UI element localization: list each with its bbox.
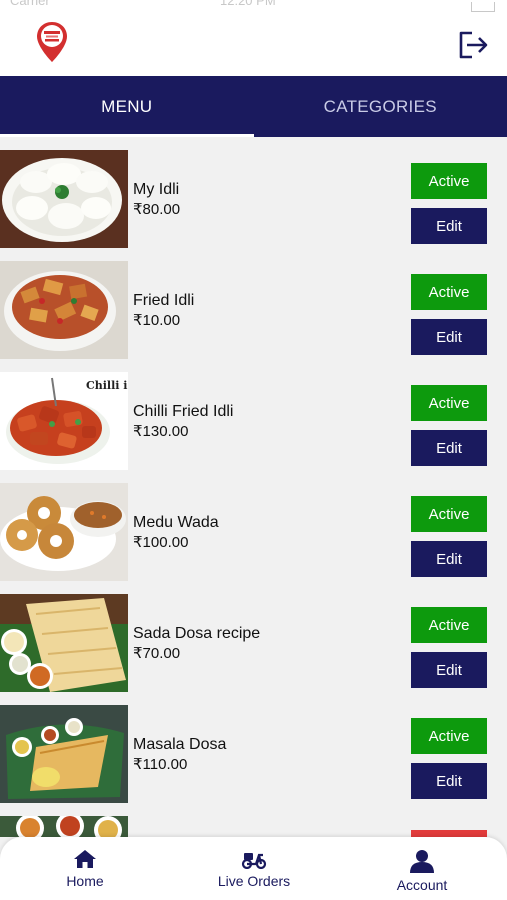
list-item: Sada Dosa recipe ₹70.00 Active Edit [0,581,507,692]
food-image [0,150,128,248]
list-item: Fried Idli ₹10.00 Active Edit [0,248,507,359]
nav-home-label: Home [66,873,104,889]
active-button[interactable]: Active [411,496,487,532]
app-header [0,14,507,76]
item-name: Fried Idli [133,292,195,309]
active-button[interactable]: Active [411,274,487,310]
nav-account[interactable]: Account [382,837,462,900]
active-button[interactable]: Active [411,163,487,199]
item-price: ₹100.00 [133,534,189,551]
edit-button[interactable]: Edit [411,430,487,466]
item-price: ₹130.00 [133,423,189,440]
menu-list[interactable]: My Idli ₹80.00 Active Edit Fried Idli ₹1… [0,137,507,837]
item-price: ₹70.00 [133,645,181,662]
item-name: Chilli Fried Idli [133,403,234,420]
home-icon [74,850,96,868]
item-price: ₹80.00 [133,201,181,218]
item-name: Masala Dosa [133,736,227,753]
item-name: Medu Wada [133,514,219,531]
list-item: My Idli ₹80.00 Active Edit [0,137,507,248]
edit-button[interactable]: Edit [411,541,487,577]
list-item: Masala Dosa ₹110.00 Active Edit [0,692,507,803]
item-name: Sada Dosa recipe [133,625,261,642]
food-image [0,705,128,803]
item-price: ₹110.00 [133,756,188,773]
list-item: Chilli idli Chilli Fried Idli ₹130.00 Ac… [0,359,507,470]
scooter-icon [241,853,267,869]
food-image: Chilli idli [0,372,128,470]
logout-icon[interactable] [457,30,489,60]
item-price: ₹10.00 [133,312,181,329]
clock: 12:20 PM [220,0,276,8]
tab-categories[interactable]: CATEGORIES [254,76,507,137]
edit-button[interactable]: Edit [411,319,487,355]
nav-account-label: Account [396,877,448,893]
edit-button[interactable]: Edit [411,208,487,244]
list-item: Medu Wada ₹100.00 Active Edit [0,470,507,581]
person-icon [410,850,434,873]
nav-live-orders-label: Live Orders [217,873,291,889]
active-button[interactable]: Active [411,385,487,421]
bottom-navigation: Home Live Orders Account [0,837,507,900]
nav-home[interactable]: Home [45,837,125,900]
food-image [0,483,128,581]
battery-icon [471,2,495,12]
item-name: My Idli [133,181,180,198]
tab-bar: MENU CATEGORIES [0,76,507,137]
food-image [0,594,128,692]
nav-live-orders[interactable]: Live Orders [204,837,304,900]
tab-menu[interactable]: MENU [0,76,254,137]
food-image [0,261,128,359]
active-button[interactable]: Active [411,607,487,643]
carrier-label: Carrier [10,0,50,8]
active-button[interactable]: Active [411,718,487,754]
edit-button[interactable]: Edit [411,763,487,799]
map-pin-logo-icon [37,22,67,62]
status-bar: Carrier 12:20 PM [0,0,507,14]
image-caption: Chilli idli [86,379,128,392]
edit-button[interactable]: Edit [411,652,487,688]
food-image [0,816,128,837]
status-button-partial[interactable] [411,830,487,837]
